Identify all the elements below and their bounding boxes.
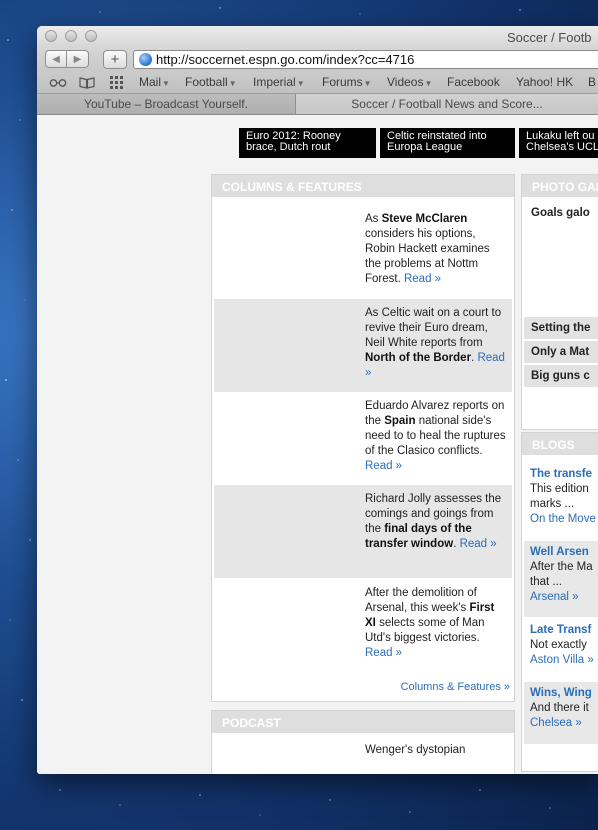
feature-text: Richard Jolly assesses the comings and g… (365, 493, 502, 550)
globe-icon (139, 53, 152, 66)
tab-bar: YouTube – Broadcast Yourself. Soccer / F… (37, 94, 598, 115)
bookmark-label: Football (185, 75, 228, 89)
feature-item: Eduardo Alvarez reports on the Spain nat… (214, 392, 512, 485)
bookmark-mail[interactable]: Mail▼ (139, 75, 170, 89)
title-bar: Soccer / Footb (37, 26, 598, 48)
chevron-down-icon: ▼ (424, 79, 433, 88)
bookmark-label: Mail (139, 75, 162, 89)
read-more-link[interactable]: Read » (365, 647, 402, 659)
chevron-down-icon: ▼ (228, 79, 237, 88)
address-bar[interactable]: http://soccernet.espn.go.com/index?cc=47… (133, 50, 598, 69)
bookmark-forums[interactable]: Forums▼ (322, 75, 372, 89)
podcast-panel: PODCAST Wenger's dystopian (211, 710, 515, 774)
minimize-window-button[interactable] (65, 30, 77, 42)
blog-link[interactable]: Chelsea » (530, 716, 598, 731)
feature-item: After the demolition of Arsenal, this we… (214, 579, 512, 672)
bookmarks-book-icon[interactable] (79, 76, 95, 89)
bookmark-videos[interactable]: Videos▼ (387, 75, 432, 89)
blog-title[interactable]: Late Transf (530, 623, 598, 638)
bookmarks-bar: Mail▼ Football▼ Imperial▼ Forums▼ Videos… (37, 72, 598, 94)
close-window-button[interactable] (45, 30, 57, 42)
top-sites-grid-icon[interactable] (110, 76, 124, 89)
podcast-text[interactable]: Wenger's dystopian (365, 743, 507, 758)
columns-features-panel: COLUMNS & FEATURES As Steve McClaren con… (211, 174, 515, 702)
feature-item: Richard Jolly assesses the comings and g… (214, 485, 512, 578)
photo-heading: PHOTO GAL (522, 175, 598, 197)
bookmark-label: Videos (387, 75, 424, 89)
blog-excerpt: marks ... (530, 498, 575, 510)
bookmark-label: Forums (322, 75, 363, 89)
chevron-down-icon: ▼ (162, 79, 170, 88)
browser-window: Soccer / Footb ◀ ▶ + http://soccernet.es… (37, 26, 598, 774)
tab-youtube[interactable]: YouTube – Broadcast Yourself. (37, 94, 296, 114)
photo-item[interactable]: Goals galo (524, 202, 598, 226)
zoom-window-button[interactable] (85, 30, 97, 42)
blog-item: Late Transf Not exactly Aston Villa » (524, 619, 598, 679)
browser-toolbar: ◀ ▶ + http://soccernet.espn.go.com/index… (37, 48, 598, 72)
blog-title[interactable]: The transfe (530, 467, 598, 482)
feature-text: As Steve McClaren considers his options,… (365, 213, 490, 285)
reading-list-icon[interactable] (49, 77, 67, 88)
headline-tile[interactable]: Lukaku left ou Chelsea's UCL (519, 128, 598, 158)
bookmark-football[interactable]: Football▼ (185, 75, 237, 89)
blog-item: Well Arsen After the Ma that ... Arsenal… (524, 541, 598, 617)
blog-item: Wins, Wing And there it Chelsea » (524, 682, 598, 744)
blog-excerpt: After the Ma (530, 561, 593, 573)
blogs-panel: BLOGS The transfe This edition marks ...… (521, 432, 598, 772)
feature-text: As Celtic wait on a court to revive thei… (365, 307, 505, 379)
podcast-heading: PODCAST (212, 711, 514, 733)
blog-title[interactable]: Wins, Wing (530, 686, 598, 701)
bookmark-label: Imperial (253, 75, 296, 89)
blog-excerpt: This edition (530, 483, 589, 495)
bookmark-imperial[interactable]: Imperial▼ (253, 75, 305, 89)
url-text[interactable]: http://soccernet.espn.go.com/index?cc=47… (156, 52, 414, 67)
photo-item[interactable]: Big guns c (524, 365, 598, 387)
blog-excerpt: And there it (530, 702, 589, 714)
bookmark-facebook[interactable]: Facebook (447, 75, 500, 89)
tab-soccernet[interactable]: Soccer / Football News and Score... (296, 94, 598, 114)
photo-item[interactable]: Only a Mat (524, 341, 598, 363)
headline-tile[interactable]: Celtic reinstated into Europa League (380, 128, 515, 158)
feature-item: As Celtic wait on a court to revive thei… (214, 299, 512, 392)
window-title: Soccer / Footb (507, 30, 592, 45)
read-more-link[interactable]: Read » (365, 460, 402, 472)
blog-title[interactable]: Well Arsen (530, 545, 598, 560)
back-button[interactable]: ◀ (45, 50, 67, 68)
photo-item[interactable]: Setting the (524, 317, 598, 339)
read-more-link[interactable]: Read » (404, 273, 441, 285)
read-more-link[interactable]: Read » (460, 538, 497, 550)
headline-tile[interactable]: Euro 2012: Rooney brace, Dutch rout (239, 128, 376, 158)
forward-button[interactable]: ▶ (67, 50, 89, 68)
blog-link[interactable]: Arsenal » (530, 590, 598, 605)
blog-excerpt: Not exactly (530, 639, 587, 651)
columns-heading: COLUMNS & FEATURES (212, 175, 514, 197)
add-bookmark-button[interactable]: + (103, 50, 127, 69)
blog-link[interactable]: On the Move (530, 512, 598, 527)
bookmark-b[interactable]: B (588, 75, 596, 89)
feature-text: Eduardo Alvarez reports on the Spain nat… (365, 400, 506, 472)
photo-gallery-panel: PHOTO GAL Goals galo Setting the Only a … (521, 174, 598, 430)
chevron-down-icon: ▼ (363, 79, 372, 88)
blog-link[interactable]: Aston Villa » (530, 653, 598, 668)
feature-text: After the demolition of Arsenal, this we… (365, 587, 495, 659)
blog-item: The transfe This edition marks ... On th… (524, 463, 598, 539)
columns-features-link[interactable]: Columns & Features » (401, 681, 510, 693)
page-content: Euro 2012: Rooney brace, Dutch rout Celt… (37, 120, 598, 774)
feature-item: As Steve McClaren considers his options,… (214, 205, 512, 298)
blogs-heading: BLOGS (522, 433, 598, 455)
bookmark-yahoo-hk[interactable]: Yahoo! HK (516, 75, 573, 89)
blog-excerpt: that ... (530, 576, 562, 588)
chevron-down-icon: ▼ (296, 79, 305, 88)
